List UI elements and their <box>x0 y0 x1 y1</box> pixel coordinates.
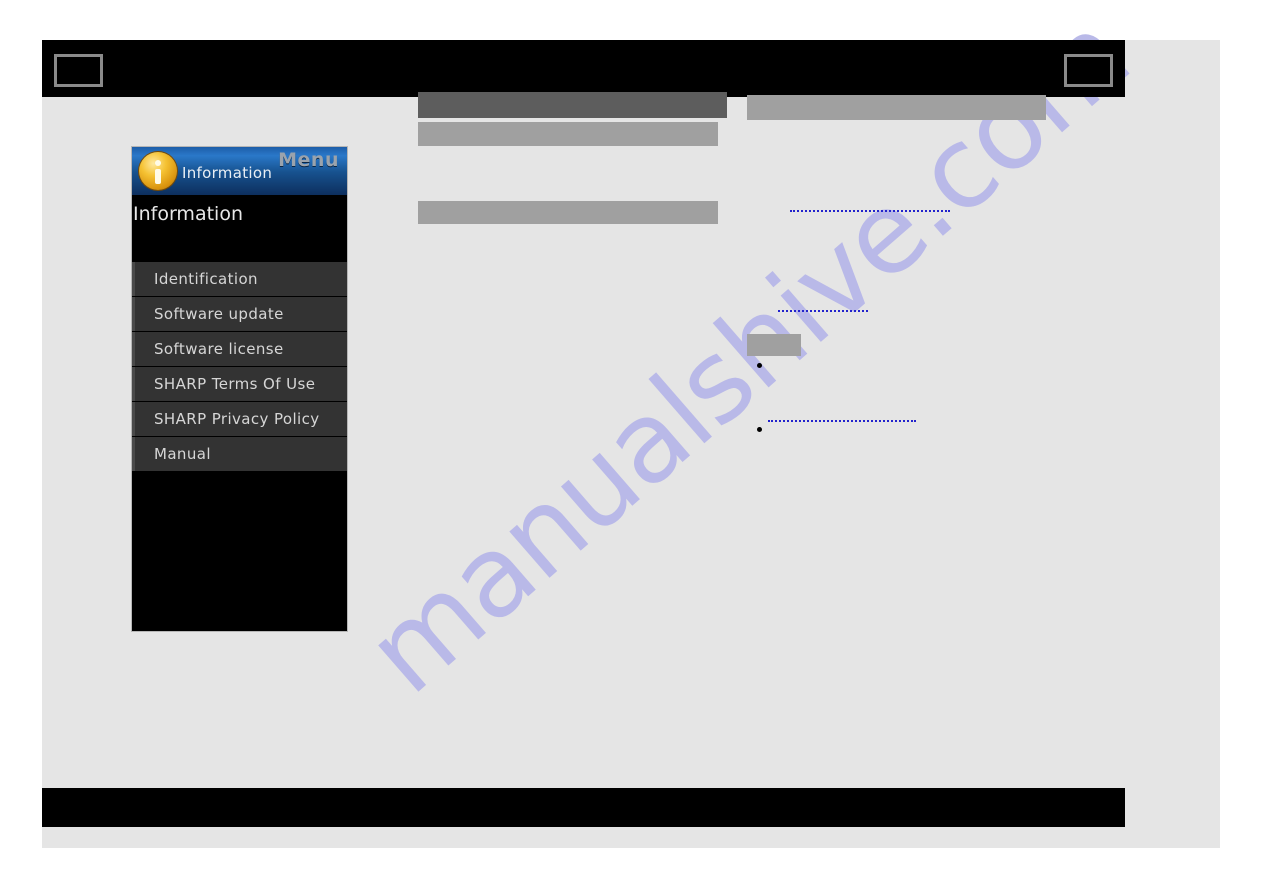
menu-item-label: Software update <box>154 305 284 323</box>
menu-item-label: SHARP Privacy Policy <box>154 410 320 428</box>
information-icon <box>139 152 177 190</box>
list-bullet-marker <box>757 427 762 432</box>
list-bullet-marker <box>757 363 762 368</box>
dotted-link-one[interactable] <box>790 210 950 212</box>
menu-item-sharp-terms-of-use[interactable]: SHARP Terms Of Use <box>132 367 347 402</box>
device-titlebar-label: Information <box>182 164 273 182</box>
next-page-button[interactable] <box>1064 54 1113 87</box>
menu-item-manual[interactable]: Manual <box>132 437 347 472</box>
menu-item-software-license[interactable]: Software license <box>132 332 347 367</box>
redacted-subheading-block-two <box>418 201 718 224</box>
page-footer-band <box>42 788 1125 827</box>
menu-item-label: Identification <box>154 270 258 288</box>
menu-item-label: Manual <box>154 445 211 463</box>
device-menu-list: Identification Software update Software … <box>132 262 347 472</box>
redacted-heading-block <box>418 92 727 118</box>
page-header-band <box>42 40 1125 97</box>
redacted-subheading-block-one <box>418 122 718 146</box>
device-titlebar: Information Menu <box>132 147 347 195</box>
dotted-link-three[interactable] <box>768 420 916 422</box>
device-menu-word: Menu <box>278 149 339 171</box>
menu-item-identification[interactable]: Identification <box>132 262 347 297</box>
menu-item-label: SHARP Terms Of Use <box>154 375 316 393</box>
device-menu-panel: Information Menu Information Identificat… <box>131 146 348 632</box>
menu-item-sharp-privacy-policy[interactable]: SHARP Privacy Policy <box>132 402 347 437</box>
device-section-title: Information <box>132 195 347 262</box>
previous-page-button[interactable] <box>54 54 103 87</box>
dotted-link-two[interactable] <box>778 310 868 312</box>
redacted-inline-button[interactable] <box>747 334 801 356</box>
menu-item-software-update[interactable]: Software update <box>132 297 347 332</box>
device-panel-empty-area <box>132 472 347 622</box>
menu-item-label: Software license <box>154 340 284 358</box>
redacted-right-heading-block <box>747 95 1046 120</box>
